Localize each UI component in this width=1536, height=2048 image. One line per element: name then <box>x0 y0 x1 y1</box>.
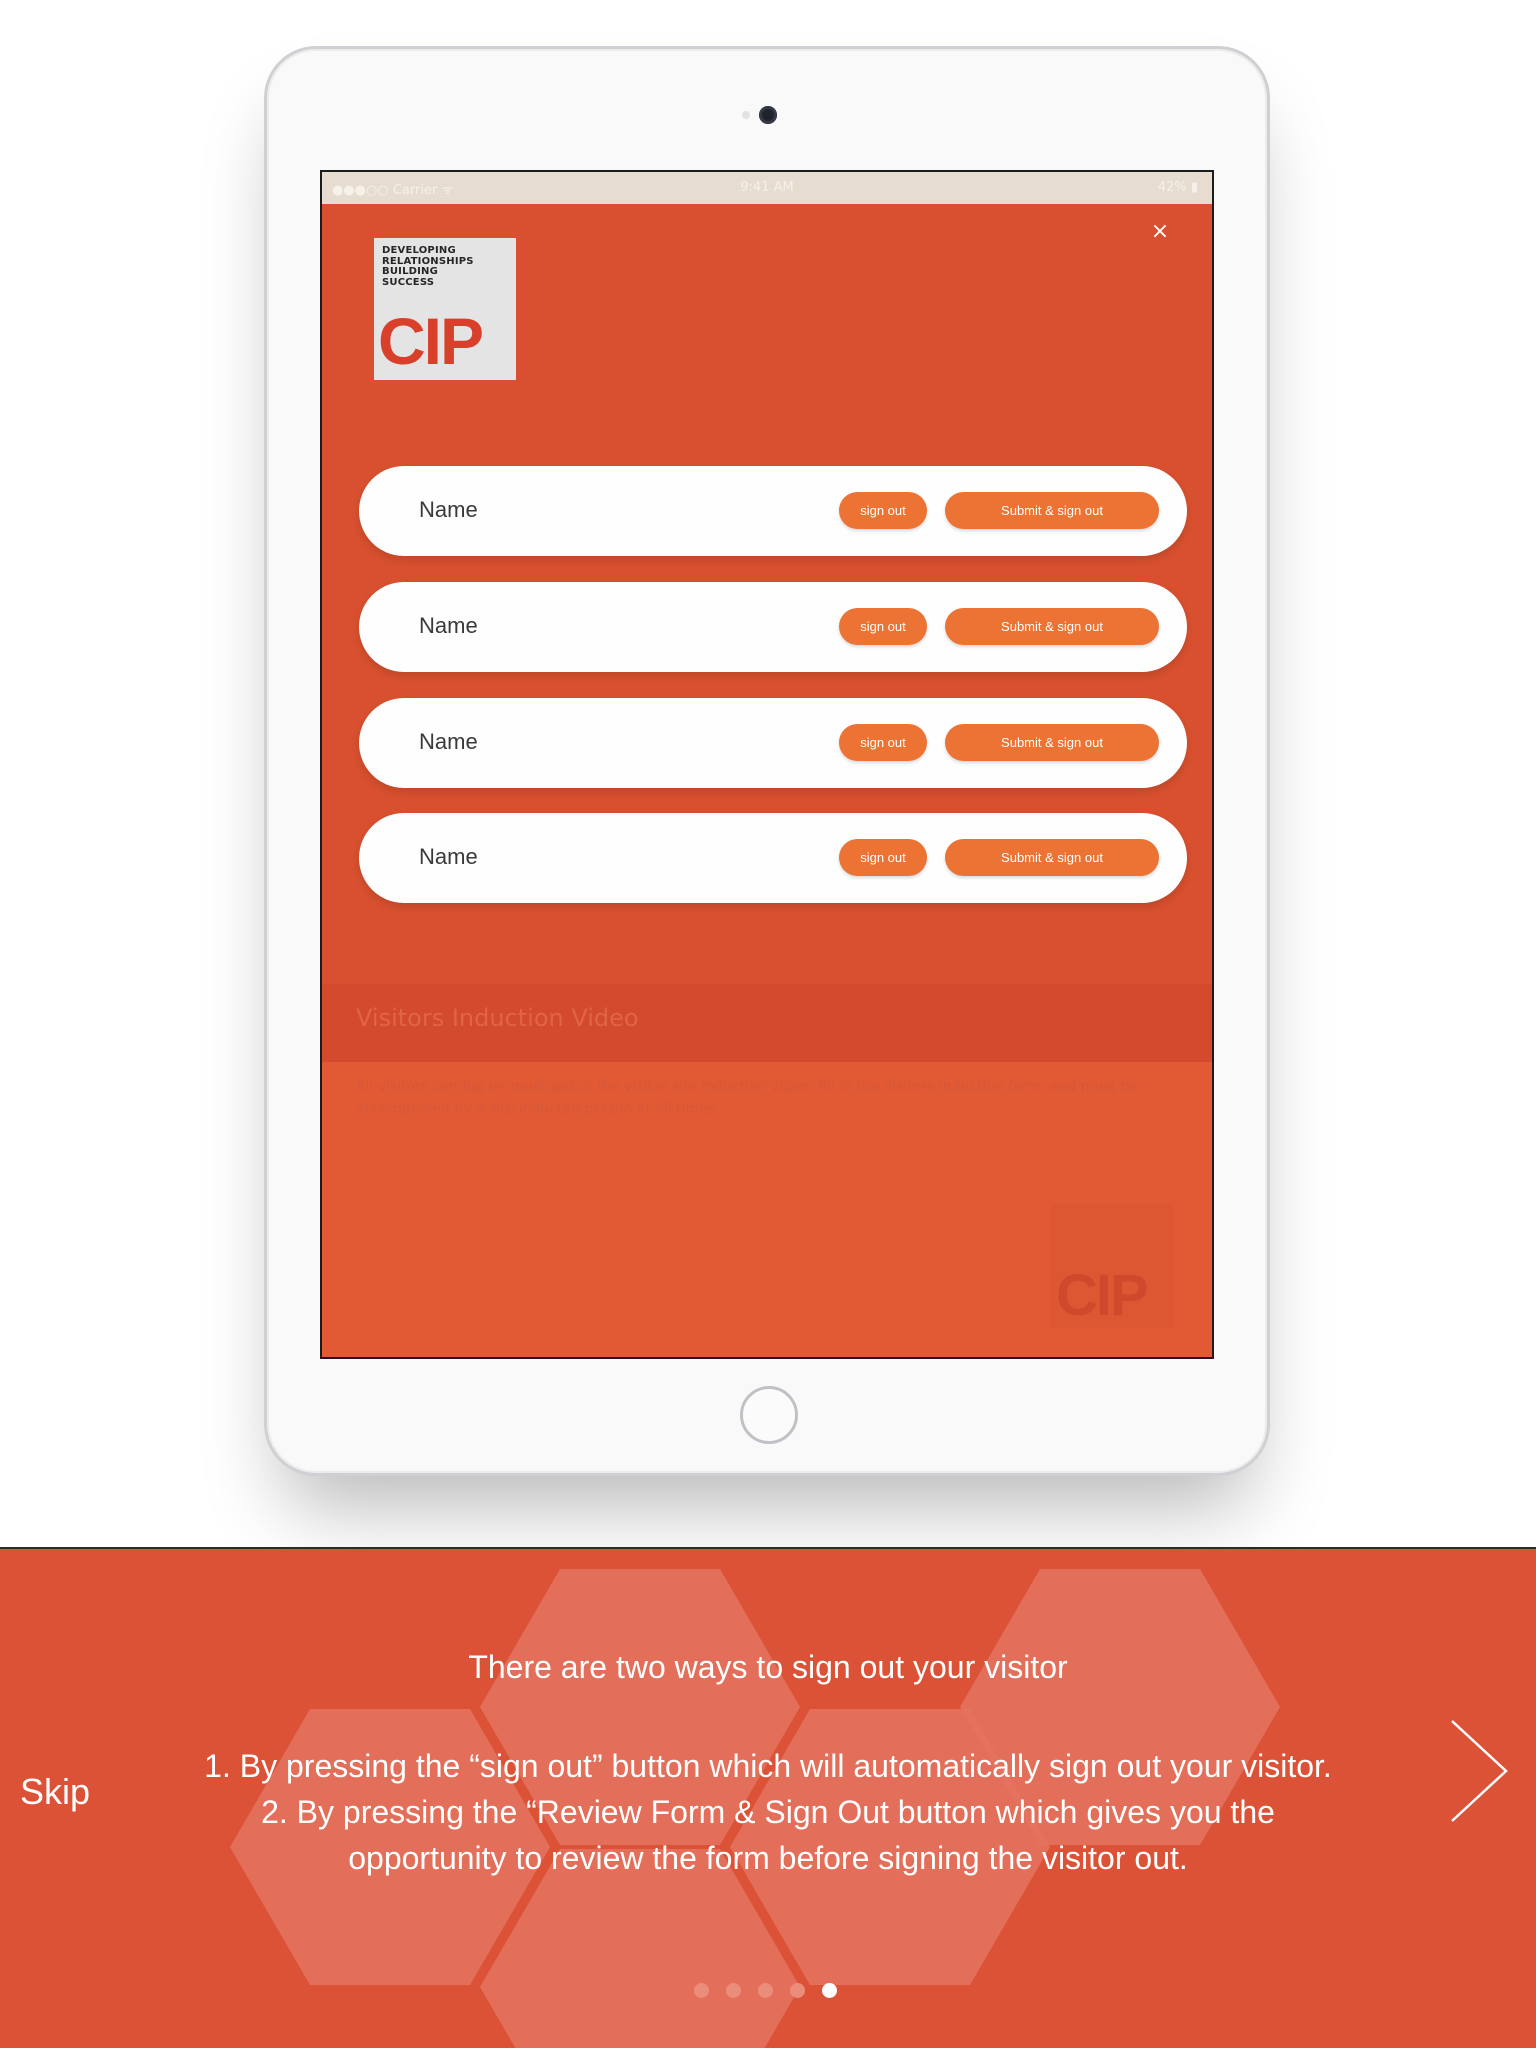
tutorial-title: There are two ways to sign out your visi… <box>468 1649 1068 1685</box>
page-dot[interactable] <box>726 1983 741 1998</box>
clock-label: 9:41 AM <box>740 180 794 195</box>
background-title: Visitors Induction Video <box>356 1004 639 1032</box>
page-indicator <box>694 1983 854 1999</box>
battery-label: 42% ▮ <box>1157 180 1198 195</box>
skip-button[interactable]: Skip <box>20 1771 90 1813</box>
home-button[interactable] <box>740 1386 798 1444</box>
page-dot[interactable] <box>758 1983 773 1998</box>
status-bar: ●●●○○ Carrier ᯤ 9:41 AM 42% ▮ <box>322 172 1212 204</box>
sign-out-button[interactable]: sign out <box>839 608 927 645</box>
camera-icon <box>759 106 777 124</box>
visitor-name: Name <box>419 844 478 869</box>
visitor-row: Name sign out Submit & sign out <box>359 466 1187 556</box>
cip-logo: DEVELOPING RELATIONSHIPS BUILDING SUCCES… <box>374 238 516 380</box>
visitor-name: Name <box>419 729 478 754</box>
tutorial-step-1: 1. By pressing the “sign out” button whi… <box>204 1748 1332 1784</box>
sign-out-button[interactable]: sign out <box>839 724 927 761</box>
submit-sign-out-button[interactable]: Submit & sign out <box>945 608 1159 645</box>
tutorial-step-2: 2. By pressing the “Review Form & Sign O… <box>261 1794 1275 1876</box>
logo-mark: CIP <box>378 304 484 378</box>
visitor-name: Name <box>419 613 478 638</box>
sign-out-button[interactable]: sign out <box>839 839 927 876</box>
sensor-icon <box>742 111 750 119</box>
tutorial-panel: There are two ways to sign out your visi… <box>0 1547 1536 2048</box>
visitor-name: Name <box>419 497 478 522</box>
sign-out-button[interactable]: sign out <box>839 492 927 529</box>
page-dot[interactable] <box>790 1983 805 1998</box>
close-icon[interactable]: × <box>1148 220 1172 244</box>
submit-sign-out-button[interactable]: Submit & sign out <box>945 839 1159 876</box>
ipad-screen: ●●●○○ Carrier ᯤ 9:41 AM 42% ▮ × DEVELOPI… <box>320 170 1214 1359</box>
page-dot[interactable] <box>694 1983 709 1998</box>
visitor-row: Name sign out Submit & sign out <box>359 698 1187 788</box>
background-body-text: All visitors coming on must watch the vi… <box>356 1079 1138 1117</box>
background-logo: CIP <box>1050 1204 1174 1328</box>
visitor-row: Name sign out Submit & sign out <box>359 813 1187 903</box>
chevron-right-icon[interactable] <box>1448 1717 1512 1825</box>
logo-tagline: DEVELOPING RELATIONSHIPS BUILDING SUCCES… <box>382 245 474 288</box>
submit-sign-out-button[interactable]: Submit & sign out <box>945 724 1159 761</box>
submit-sign-out-button[interactable]: Submit & sign out <box>945 492 1159 529</box>
tutorial-body: 1. By pressing the “sign out” button whi… <box>190 1743 1346 1881</box>
visitor-row: Name sign out Submit & sign out <box>359 582 1187 672</box>
page-dot-active[interactable] <box>822 1983 837 1998</box>
